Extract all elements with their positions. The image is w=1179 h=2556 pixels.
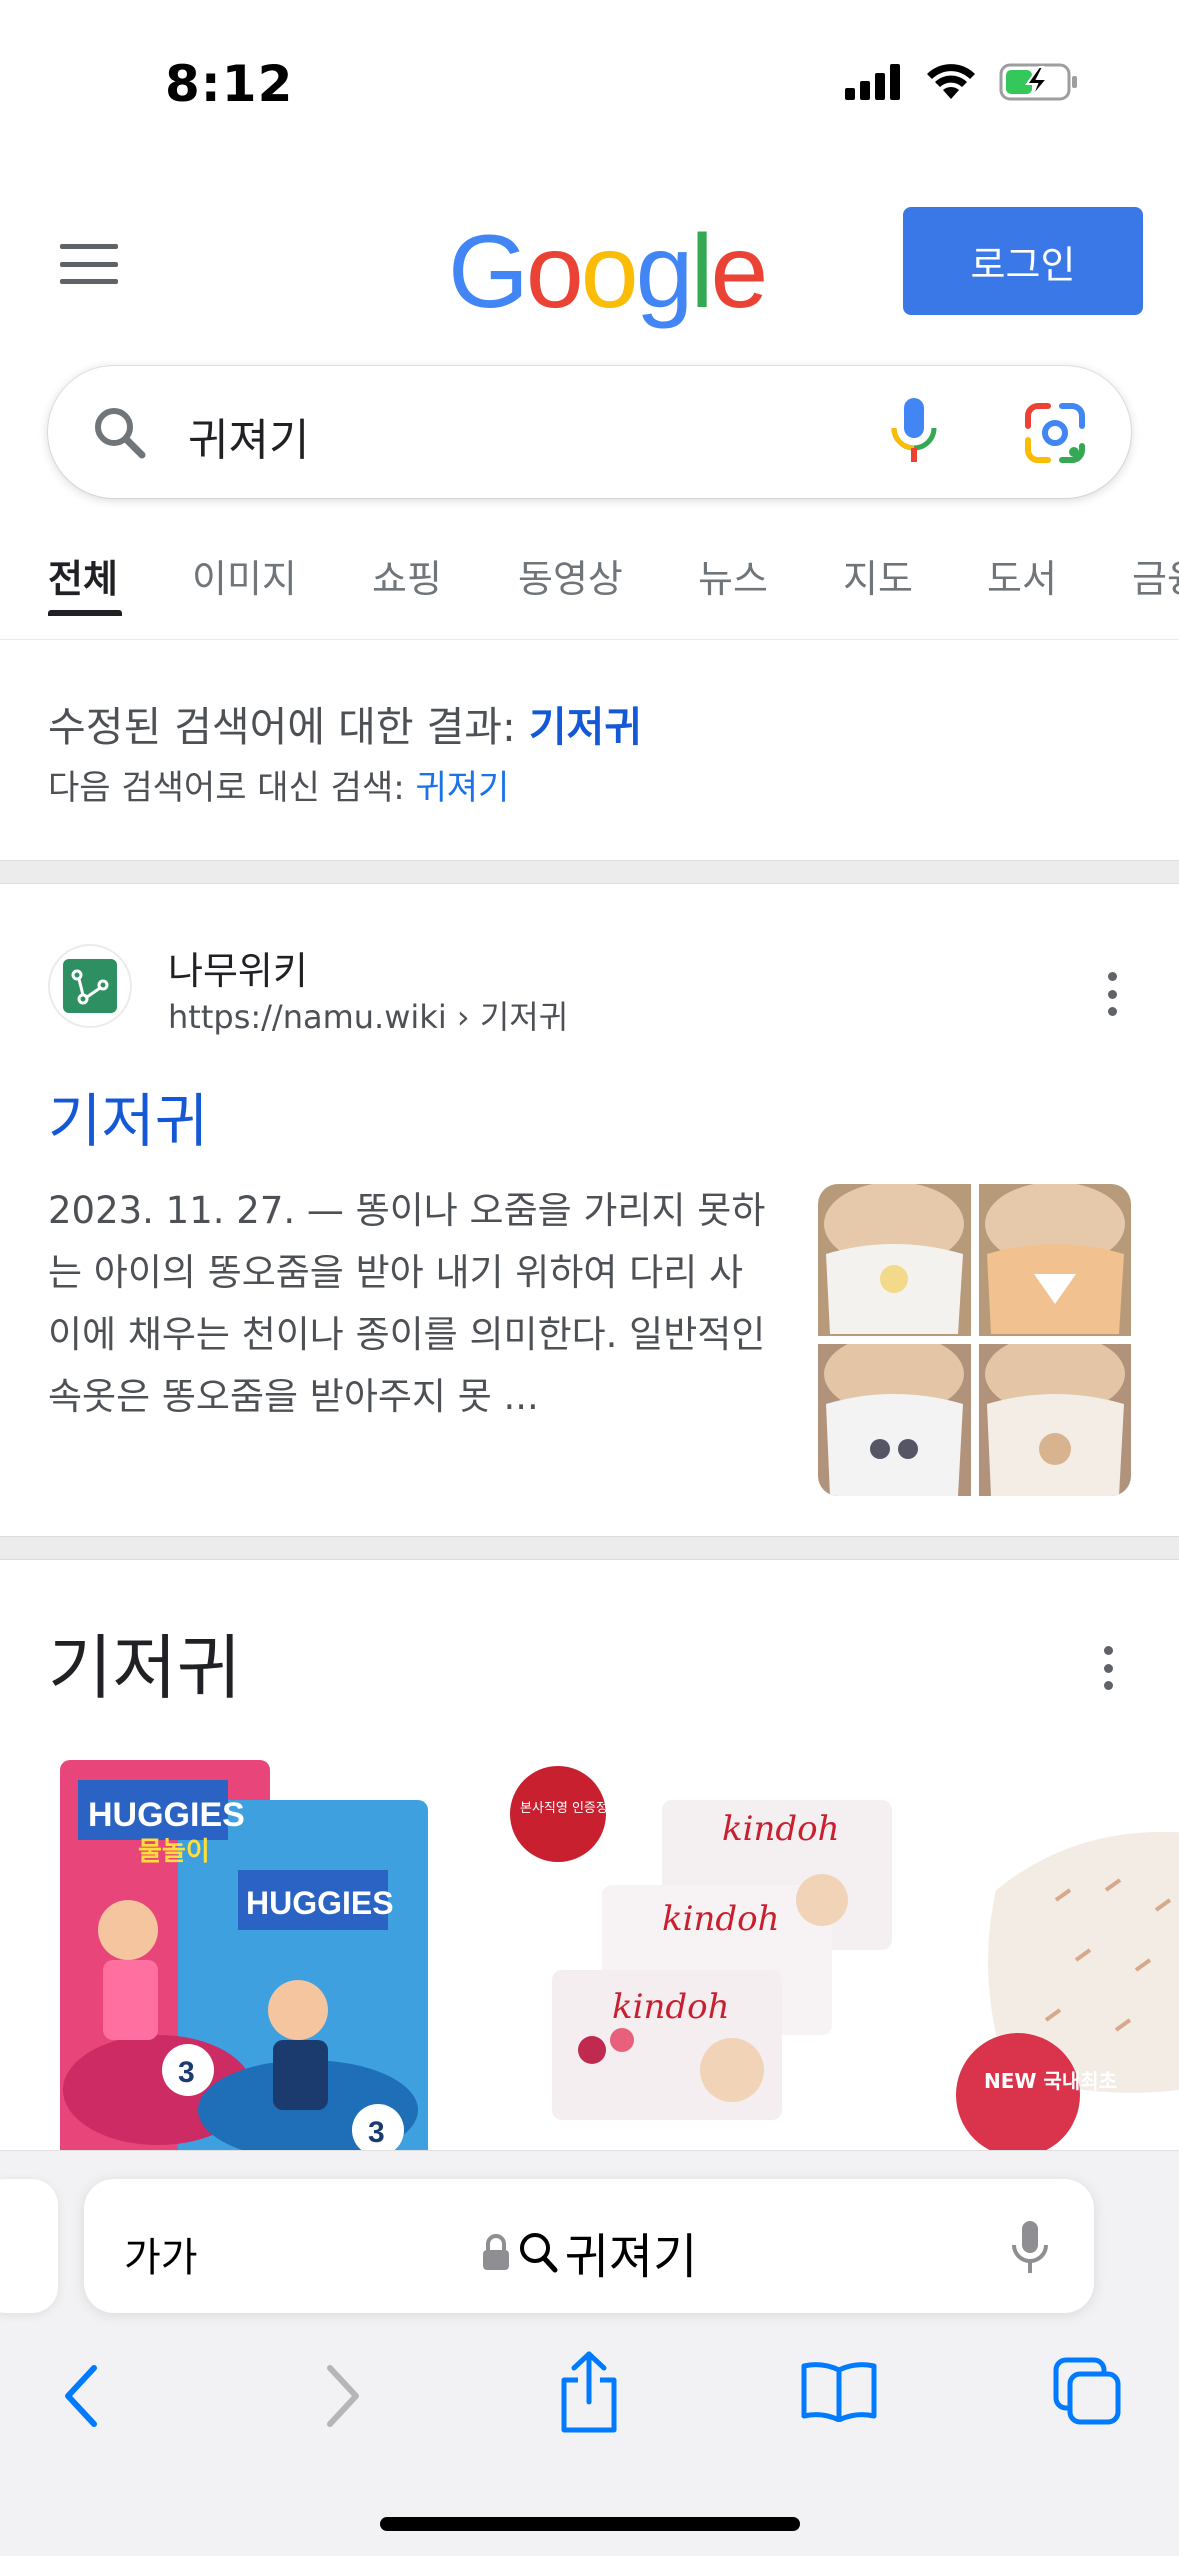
- product-brand: kindoh: [662, 1899, 780, 1939]
- shopping-more-options-icon[interactable]: [1102, 1646, 1114, 1690]
- tab-shopping[interactable]: 쇼핑: [372, 548, 442, 603]
- result-more-options-icon[interactable]: [1106, 972, 1118, 1016]
- thumbnail-image: [818, 1344, 971, 1496]
- product-card[interactable]: NEW 국내최초: [936, 1750, 1179, 2170]
- search-tabs: 전체 이미지 쇼핑 동영상 뉴스 지도 도서 금융: [0, 540, 1179, 640]
- tab-books[interactable]: 도서: [987, 548, 1057, 603]
- namuwiki-logo-icon: [63, 959, 117, 1013]
- result-url[interactable]: https://namu.wiki › 기저귀: [168, 992, 568, 1038]
- tab-news[interactable]: 뉴스: [698, 548, 768, 603]
- login-button[interactable]: 로그인: [903, 207, 1143, 315]
- active-tab-indicator: [48, 610, 122, 616]
- tabs-icon[interactable]: [1052, 2356, 1124, 2428]
- corrected-query-link[interactable]: 기저귀: [529, 703, 642, 751]
- product-card[interactable]: HUGGIES HUGGIES 물놀이 3 3: [48, 1750, 478, 2170]
- google-header: Google 로그인: [0, 200, 1179, 330]
- product-carousel: HUGGIES HUGGIES 물놀이 3 3 본사직영 인증정품 kindoh…: [48, 1750, 1179, 2170]
- tab-images[interactable]: 이미지: [192, 548, 297, 603]
- status-time: 8:12: [165, 55, 294, 113]
- wifi-icon: [927, 64, 975, 99]
- product-subtitle: 물놀이: [138, 1837, 210, 1867]
- address-bar[interactable]: 가가 귀져기: [84, 2179, 1094, 2313]
- original-query-line: 다음 검색어로 대신 검색: 귀져기: [48, 760, 509, 809]
- product-image: HUGGIES HUGGIES 물놀이 3 3: [48, 1750, 478, 2170]
- product-image: NEW 국내최초: [936, 1750, 1179, 2170]
- search-box[interactable]: 귀져기: [48, 366, 1131, 498]
- result-site-name[interactable]: 나무위키: [168, 940, 308, 995]
- product-brand: HUGGIES: [88, 1796, 245, 1834]
- search-result-card: 나무위키 https://namu.wiki › 기저귀 기저귀 2023. 1…: [0, 884, 1179, 1536]
- result-thumbnail[interactable]: [818, 1184, 1131, 1496]
- result-title-link[interactable]: 기저귀: [48, 1074, 208, 1158]
- dictation-mic-icon[interactable]: [1010, 2219, 1050, 2275]
- share-icon[interactable]: [556, 2350, 622, 2434]
- section-divider: [0, 1536, 1179, 1560]
- tab-all[interactable]: 전체: [48, 548, 118, 603]
- result-url-domain: https://namu.wiki: [168, 998, 447, 1036]
- instead-prefix: 다음 검색어로 대신 검색:: [48, 768, 416, 808]
- corrected-query-line: 수정된 검색어에 대한 결과: 기저귀: [48, 693, 642, 753]
- status-bar: 8:12: [0, 0, 1179, 170]
- product-size: 3: [178, 2056, 195, 2089]
- home-indicator: [380, 2517, 800, 2531]
- shopping-section: 기저귀 HUGGIES HUGGIES 물놀이 3 3 본사직영 인증정품 ki…: [0, 1560, 1179, 2170]
- product-image: 본사직영 인증정품 kindoh kindoh kindoh: [492, 1750, 922, 2170]
- product-card[interactable]: 본사직영 인증정품 kindoh kindoh kindoh: [492, 1750, 922, 2170]
- tab-finance[interactable]: 금융: [1132, 548, 1179, 603]
- product-size: 3: [368, 2116, 385, 2149]
- hamburger-menu-icon[interactable]: [60, 244, 118, 284]
- thumbnail-image: [978, 1344, 1131, 1496]
- voice-search-icon[interactable]: [888, 396, 940, 468]
- product-brand: HUGGIES: [246, 1885, 394, 1921]
- tab-videos[interactable]: 동영상: [518, 548, 623, 603]
- site-favicon[interactable]: [48, 944, 132, 1028]
- product-badge: NEW 국내최초: [984, 2069, 1117, 2093]
- cellular-signal-icon: [845, 64, 900, 100]
- google-lens-icon[interactable]: [1024, 402, 1086, 464]
- shopping-title: 기저귀: [48, 1627, 242, 1709]
- spelling-correction: 수정된 검색어에 대한 결과: 기저귀 다음 검색어로 대신 검색: 귀져기: [0, 640, 1179, 860]
- address-field[interactable]: 귀져기: [84, 2217, 1094, 2287]
- search-icon[interactable]: [90, 403, 150, 463]
- bookmarks-icon[interactable]: [800, 2360, 878, 2422]
- product-brand: kindoh: [612, 1987, 730, 2027]
- search-input[interactable]: 귀져기: [188, 404, 309, 468]
- back-chevron-icon[interactable]: [62, 2364, 102, 2428]
- status-icons: [845, 62, 1079, 102]
- address-text: 귀져기: [564, 2229, 698, 2285]
- previous-tab-preview[interactable]: [0, 2179, 58, 2313]
- safari-toolbar: [0, 2346, 1179, 2446]
- result-snippet: 2023. 11. 27. — 똥이나 오줌을 가리지 못하는 아이의 똥오줌을…: [48, 1189, 766, 1418]
- original-query-link[interactable]: 귀져기: [416, 768, 510, 808]
- corrected-prefix: 수정된 검색어에 대한 결과:: [48, 703, 529, 751]
- product-brand: kindoh: [722, 1809, 840, 1849]
- lock-icon: [482, 2234, 509, 2270]
- section-divider: [0, 860, 1179, 884]
- result-url-breadcrumb: › 기저귀: [446, 998, 569, 1036]
- thumbnail-image: [978, 1184, 1131, 1336]
- search-icon: [519, 2233, 558, 2273]
- forward-chevron-icon[interactable]: [322, 2364, 362, 2428]
- product-badge: 본사직영 인증정품: [520, 1801, 620, 1816]
- google-logo[interactable]: Google: [448, 220, 768, 324]
- battery-charging-icon: [999, 63, 1077, 101]
- thumbnail-image: [818, 1184, 971, 1336]
- tab-maps[interactable]: 지도: [843, 548, 913, 603]
- safari-bottom-bar: 가가 귀져기: [0, 2150, 1179, 2556]
